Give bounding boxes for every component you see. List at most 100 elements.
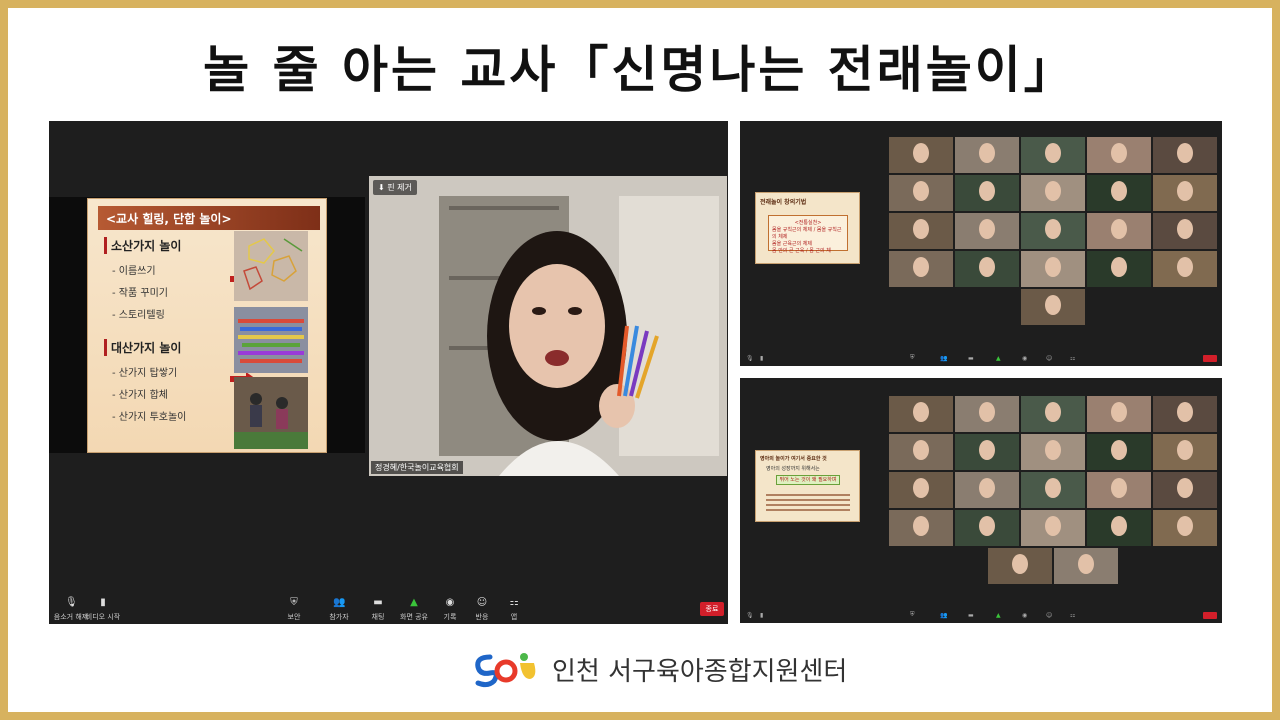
people-icon[interactable]: 👥 <box>940 612 947 619</box>
zoom-gallery-window-2: 영아의 놀이가 여기서 중요한 것 영아의 성장까지 위해서는 뛰어 노는 것이… <box>740 378 1222 623</box>
participant-tile[interactable] <box>889 472 953 508</box>
participant-face <box>979 181 995 201</box>
mic-off-icon[interactable]: 🎙 <box>746 612 754 619</box>
chat-icon[interactable]: ▬ <box>968 355 974 362</box>
participant-tile[interactable] <box>955 213 1019 249</box>
participant-tile[interactable] <box>1021 289 1085 325</box>
participant-tile[interactable] <box>955 251 1019 287</box>
participant-tile[interactable] <box>1021 434 1085 470</box>
security-button[interactable]: ⛨ 보안 <box>272 597 316 622</box>
mini-toolbar: 🎙 ▮ ⛨ 👥 ▬ ▲ ◉ ☺ ⚏ <box>740 607 1222 621</box>
participant-tile[interactable] <box>1021 510 1085 546</box>
participant-tile[interactable] <box>1021 213 1085 249</box>
participant-tile[interactable] <box>1021 396 1085 432</box>
participant-face <box>1111 143 1127 163</box>
mini-toolbar: 🎙 ▮ ⛨ 👥 ▬ ▲ ◉ ☺ ⚏ <box>740 350 1222 364</box>
participant-tile[interactable] <box>1153 510 1217 546</box>
smiley-icon[interactable]: ☺ <box>1046 612 1052 619</box>
people-icon[interactable]: 👥 <box>940 355 947 362</box>
participant-tile[interactable] <box>955 434 1019 470</box>
participant-tile[interactable] <box>1153 213 1217 249</box>
participant-face <box>1045 295 1061 315</box>
participant-tile[interactable] <box>889 137 953 173</box>
participant-face <box>1177 516 1193 536</box>
participant-tile[interactable] <box>1087 472 1151 508</box>
participant-tile[interactable] <box>955 137 1019 173</box>
page-title: 놀 줄 아는 교사「신명나는 전래놀이」 <box>203 41 1077 99</box>
participant-tile[interactable] <box>889 434 953 470</box>
participant-tile[interactable] <box>1021 137 1085 173</box>
participant-face <box>1111 181 1127 201</box>
participant-tile[interactable] <box>889 213 953 249</box>
mini-slide-title: 전래놀이 창의기법 <box>760 199 807 206</box>
participant-tile[interactable] <box>1021 175 1085 211</box>
record-icon[interactable]: ◉ <box>1022 355 1027 362</box>
participant-tile[interactable] <box>1021 472 1085 508</box>
participant-tile[interactable] <box>1021 251 1085 287</box>
participant-tile[interactable] <box>1153 396 1217 432</box>
participant-tile[interactable] <box>1087 434 1151 470</box>
participant-tile[interactable] <box>1153 175 1217 211</box>
apps-button[interactable]: ⚏ 앱 <box>492 597 536 622</box>
participant-tile[interactable] <box>1087 175 1151 211</box>
participant-tile[interactable] <box>889 510 953 546</box>
participant-tile[interactable] <box>1153 251 1217 287</box>
participant-face <box>913 219 929 239</box>
participant-face <box>913 143 929 163</box>
slide-item: - 이름쓰기 <box>112 266 156 277</box>
organization-logo-icon <box>475 653 536 688</box>
participant-tile[interactable] <box>988 548 1052 584</box>
participant-face <box>979 440 995 460</box>
participant-tile[interactable] <box>889 251 953 287</box>
participant-tile[interactable] <box>1087 251 1151 287</box>
participant-tile[interactable] <box>1153 472 1217 508</box>
participant-face <box>913 478 929 498</box>
slide-section-1: 소산가지 놀이 <box>104 237 181 254</box>
participant-tile[interactable] <box>955 175 1019 211</box>
participant-tile[interactable] <box>1153 137 1217 173</box>
photo-stick-tower <box>234 307 308 373</box>
start-video-button[interactable]: ▮ 비디오 시작 <box>81 597 125 622</box>
slide-content: <교사 힐링, 단합 놀이> 소산가지 놀이 - 이름쓰기 - 작품 꾸미기 -… <box>87 198 327 453</box>
participant-face <box>1045 257 1061 277</box>
participant-tile[interactable] <box>889 175 953 211</box>
speaker-video[interactable]: ⬇ 핀 제거 정경혜/한국놀이교육협회 <box>369 176 727 476</box>
slide-item: - 산가지 합체 <box>112 390 168 401</box>
participants-button[interactable]: 👥 참가자 <box>317 597 361 622</box>
video-off-icon[interactable]: ▮ <box>760 355 763 362</box>
apps-icon[interactable]: ⚏ <box>1070 355 1075 362</box>
end-meeting-button[interactable] <box>1203 612 1217 619</box>
participant-face <box>1045 478 1061 498</box>
slide-section-2: 대산가지 놀이 <box>104 339 181 356</box>
participant-tile[interactable] <box>1087 396 1151 432</box>
chat-icon[interactable]: ▬ <box>968 612 974 619</box>
smiley-icon[interactable]: ☺ <box>1046 355 1052 362</box>
participant-tile[interactable] <box>889 396 953 432</box>
shield-icon[interactable]: ⛨ <box>910 354 915 362</box>
apps-icon[interactable]: ⚏ <box>1070 612 1075 619</box>
share-icon[interactable]: ▲ <box>996 612 1001 619</box>
participant-tile[interactable] <box>1087 213 1151 249</box>
mic-off-icon[interactable]: 🎙 <box>746 355 754 362</box>
mini-slide-title: 영아의 놀이가 여기서 중요한 것 <box>760 456 827 462</box>
video-off-icon[interactable]: ▮ <box>760 612 763 619</box>
participant-tile[interactable] <box>1087 137 1151 173</box>
shield-icon[interactable]: ⛨ <box>910 611 915 619</box>
participant-tile[interactable] <box>1153 434 1217 470</box>
participant-face <box>979 402 995 422</box>
participant-face <box>979 143 995 163</box>
participant-face <box>1111 257 1127 277</box>
end-meeting-button[interactable]: 종료 <box>700 602 724 616</box>
record-icon[interactable]: ◉ <box>1022 612 1027 619</box>
participant-tile[interactable] <box>1087 510 1151 546</box>
participant-face <box>979 219 995 239</box>
participant-tile[interactable] <box>955 510 1019 546</box>
end-meeting-button[interactable] <box>1203 355 1217 362</box>
slide-item: - 산가지 투호놀이 <box>112 412 187 423</box>
unpin-button[interactable]: ⬇ 핀 제거 <box>373 180 417 195</box>
participant-tile[interactable] <box>955 472 1019 508</box>
shield-icon: ⛨ <box>290 597 298 608</box>
participant-tile[interactable] <box>1054 548 1118 584</box>
share-icon[interactable]: ▲ <box>996 355 1001 362</box>
participant-tile[interactable] <box>955 396 1019 432</box>
